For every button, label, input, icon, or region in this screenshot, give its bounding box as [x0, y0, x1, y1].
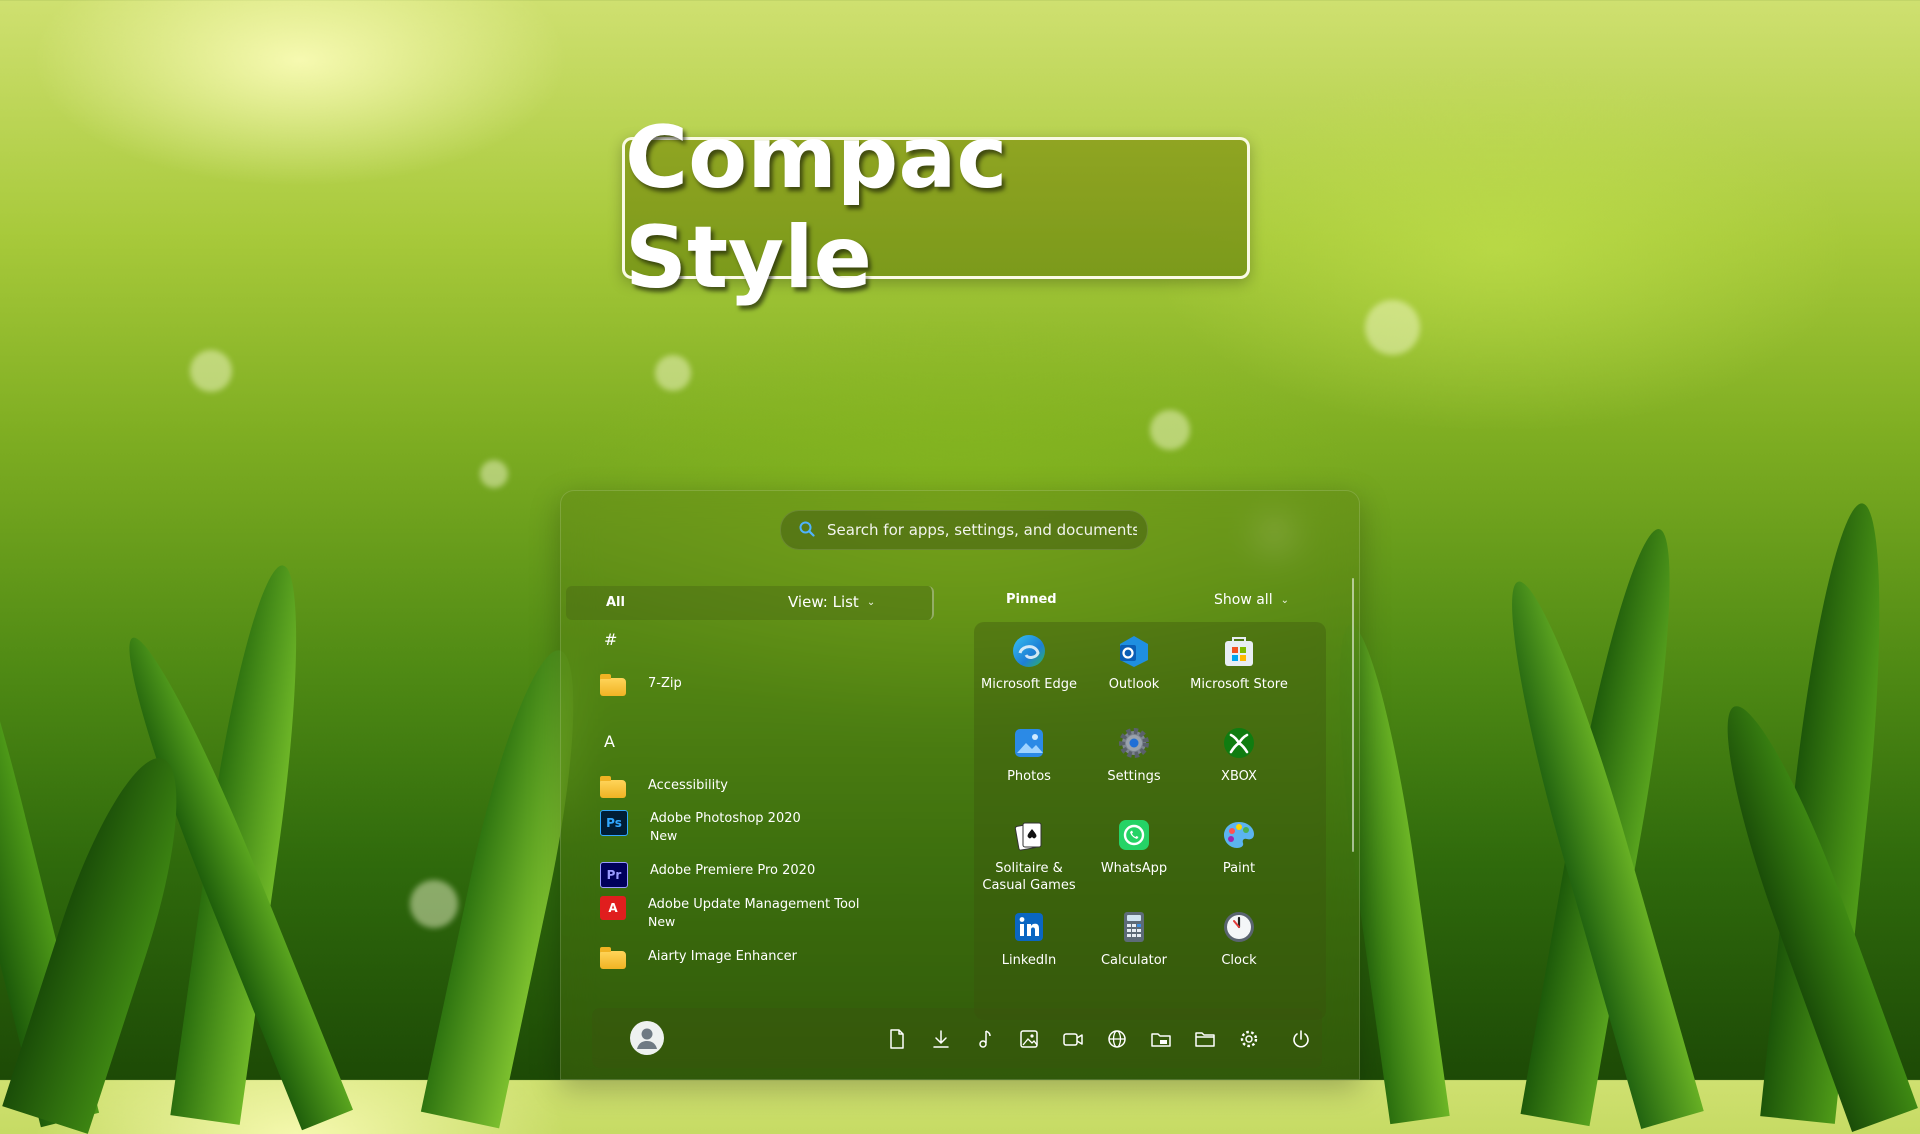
show-all-label: Show all [1214, 592, 1273, 608]
pinned-app-edge[interactable]: Microsoft Edge [974, 632, 1084, 693]
pinned-app-photos[interactable]: Photos [974, 724, 1084, 785]
list-item-accessibility[interactable]: Accessibility [600, 776, 900, 798]
pinned-app-settings[interactable]: Settings [1079, 724, 1189, 785]
xbox-icon [1220, 724, 1258, 762]
pinned-app-linkedin[interactable]: LinkedIn [974, 908, 1084, 969]
file-explorer-icon[interactable] [1150, 1028, 1172, 1050]
pinned-app-clock[interactable]: Clock [1184, 908, 1294, 969]
video-icon[interactable] [1062, 1028, 1084, 1050]
list-item-7-zip[interactable]: 7-Zip [600, 674, 900, 696]
list-item-label: 7-Zip [648, 676, 682, 691]
search-icon [799, 521, 815, 537]
folder-icon [600, 947, 626, 969]
list-item-text: Adobe Update Management Tool New [648, 896, 860, 931]
list-item-label: Aiarty Image Enhancer [648, 949, 797, 964]
list-item-label: Adobe Photoshop 2020 [650, 811, 801, 826]
list-item-adobe-premiere[interactable]: Pr Adobe Premiere Pro 2020 [600, 862, 900, 888]
folder-icon[interactable] [1194, 1028, 1216, 1050]
folder-icon [600, 776, 626, 798]
pinned-app-label: LinkedIn [1001, 953, 1057, 968]
edge-icon [1010, 632, 1048, 670]
list-item-text: Adobe Photoshop 2020 New [650, 810, 801, 845]
photoshop-icon: Ps [600, 810, 628, 836]
pinned-app-label: Clock [1221, 953, 1257, 968]
title-banner: Compac Style [622, 108, 1250, 308]
pinned-app-label: Calculator [1100, 953, 1167, 968]
pinned-app-label: Paint [1222, 861, 1256, 876]
adobe-update-icon: A [600, 896, 626, 920]
photos-icon [1010, 724, 1048, 762]
list-item-adobe-photoshop[interactable]: Ps Adobe Photoshop 2020 New [600, 810, 900, 845]
search-input[interactable] [825, 515, 1139, 545]
pinned-app-outlook[interactable]: Outlook [1079, 632, 1189, 693]
music-icon[interactable] [974, 1028, 996, 1050]
pinned-app-whatsapp[interactable]: WhatsApp [1079, 816, 1189, 877]
image-icon[interactable] [1018, 1028, 1040, 1050]
pinned-app-label: Settings [1107, 769, 1161, 784]
new-badge: New [650, 828, 678, 843]
pinned-app-label: Solitaire & Casual Games [982, 861, 1076, 893]
pinned-app-xbox[interactable]: XBOX [1184, 724, 1294, 785]
pinned-app-label: Microsoft Store [1190, 677, 1288, 692]
bokeh-light [1150, 410, 1190, 450]
search-box[interactable] [780, 510, 1148, 550]
network-icon[interactable] [1106, 1028, 1128, 1050]
view-list-dropdown[interactable]: View: List ⌄ [788, 593, 875, 611]
bokeh-light [410, 880, 458, 928]
pinned-grid: Microsoft Edge Outlook Microsoft Store P… [974, 622, 1326, 1020]
clock-icon [1220, 908, 1258, 946]
pinned-app-label: Outlook [1108, 677, 1160, 692]
group-letter[interactable]: # [604, 630, 617, 649]
list-item-label: Adobe Update Management Tool [648, 897, 860, 912]
group-letter[interactable]: A [604, 732, 615, 751]
download-icon[interactable] [930, 1028, 952, 1050]
list-item-aiarty[interactable]: Aiarty Image Enhancer [600, 947, 900, 969]
pinned-label: Pinned [1006, 592, 1057, 607]
list-item-label: Accessibility [648, 778, 728, 793]
banner-title: Compac Style [625, 108, 1008, 308]
bokeh-light [1365, 300, 1420, 355]
solitaire-icon [1010, 816, 1048, 854]
folder-icon [600, 674, 626, 696]
show-all-button[interactable]: Show all ⌄ [1214, 592, 1289, 608]
document-icon[interactable] [886, 1028, 908, 1050]
gear-icon[interactable] [1238, 1028, 1260, 1050]
chevron-down-icon: ⌄ [1280, 594, 1289, 606]
paint-icon [1220, 816, 1258, 854]
bokeh-light [190, 350, 232, 392]
start-menu: All View: List ⌄ # 7-Zip A Accessibility… [560, 490, 1360, 1080]
start-footer [592, 1008, 1322, 1068]
pinned-app-paint[interactable]: Paint [1184, 816, 1294, 877]
power-icon[interactable] [1290, 1028, 1312, 1050]
pinned-app-store[interactable]: Microsoft Store [1184, 632, 1294, 693]
pinned-app-label: WhatsApp [1100, 861, 1168, 876]
chevron-down-icon: ⌄ [866, 596, 876, 608]
store-icon [1220, 632, 1258, 670]
bokeh-light [480, 460, 508, 488]
scrollbar[interactable] [1352, 578, 1354, 852]
calculator-icon [1115, 908, 1153, 946]
list-item-adobe-update[interactable]: A Adobe Update Management Tool New [600, 896, 900, 931]
linkedin-icon [1010, 908, 1048, 946]
settings-icon [1115, 724, 1153, 762]
list-item-label: Adobe Premiere Pro 2020 [650, 863, 816, 878]
all-apps-label: All [606, 595, 625, 610]
whatsapp-icon [1115, 816, 1153, 854]
all-apps-header: All View: List ⌄ [566, 586, 934, 620]
pinned-app-label: XBOX [1221, 769, 1257, 784]
premiere-icon: Pr [600, 862, 628, 888]
pinned-app-label: Microsoft Edge [980, 677, 1077, 692]
user-avatar[interactable] [630, 1021, 664, 1055]
pinned-app-label: Photos [1007, 769, 1051, 784]
new-badge: New [648, 914, 676, 929]
pinned-app-solitaire[interactable]: Solitaire & Casual Games [974, 816, 1084, 894]
bokeh-light [655, 355, 691, 391]
view-list-label: View: List [788, 593, 859, 611]
pinned-app-calculator[interactable]: Calculator [1079, 908, 1189, 969]
outlook-icon [1115, 632, 1153, 670]
